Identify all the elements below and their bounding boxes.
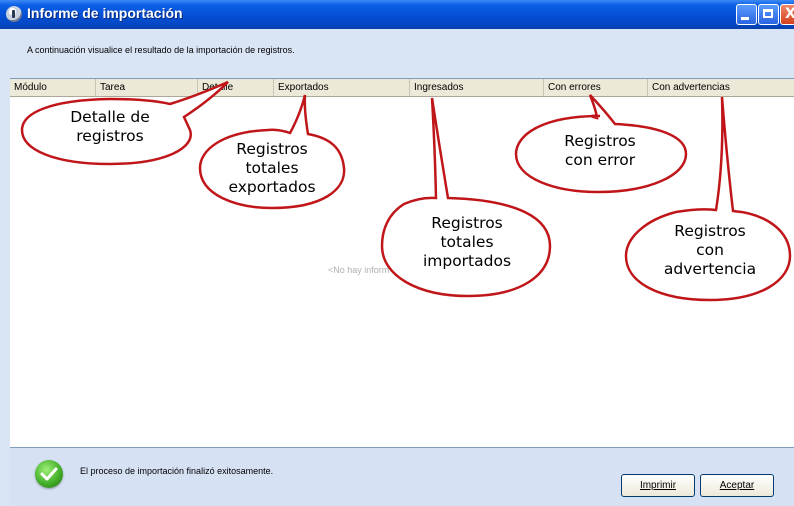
print-button-label: Imprimir bbox=[639, 480, 677, 491]
print-button[interactable]: Imprimir bbox=[621, 474, 695, 497]
column-header-con-errores[interactable]: Con errores bbox=[544, 79, 648, 96]
instructions-text: A continuación visualice el resultado de… bbox=[27, 45, 295, 55]
minimize-icon bbox=[741, 17, 749, 20]
close-button[interactable]: X bbox=[780, 4, 794, 25]
column-header-tarea[interactable]: Tarea bbox=[96, 79, 198, 96]
status-message: El proceso de importación finalizó exito… bbox=[80, 466, 274, 476]
app-icon bbox=[6, 6, 22, 22]
results-grid[interactable]: Módulo Tarea Detalle Exportados Ingresad… bbox=[10, 78, 794, 448]
empty-grid-message: <No hay inform bbox=[328, 265, 390, 275]
import-report-window: Informe de importación X A continuación … bbox=[0, 0, 794, 506]
check-icon bbox=[35, 460, 63, 488]
maximize-icon bbox=[763, 9, 773, 18]
column-header-con-advertencias[interactable]: Con advertencias bbox=[648, 79, 794, 96]
column-header-exportados[interactable]: Exportados bbox=[274, 79, 410, 96]
column-header-modulo[interactable]: Módulo bbox=[10, 79, 96, 96]
grid-header: Módulo Tarea Detalle Exportados Ingresad… bbox=[10, 79, 794, 97]
minimize-button[interactable] bbox=[736, 4, 757, 25]
status-panel: El proceso de importación finalizó exito… bbox=[10, 447, 794, 506]
column-header-ingresados[interactable]: Ingresados bbox=[410, 79, 544, 96]
close-icon: X bbox=[785, 6, 794, 22]
column-header-detalle[interactable]: Detalle bbox=[198, 79, 274, 96]
accept-button[interactable]: Aceptar bbox=[700, 474, 774, 497]
title-bar[interactable]: Informe de importación X bbox=[0, 0, 794, 29]
window-title: Informe de importación bbox=[27, 5, 183, 21]
maximize-button[interactable] bbox=[758, 4, 779, 25]
accept-button-label: Aceptar bbox=[719, 480, 755, 491]
